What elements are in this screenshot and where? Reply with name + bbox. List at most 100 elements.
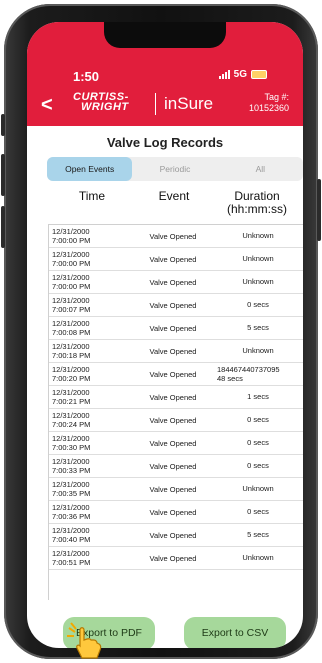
row-timestamp: 12/31/2000 7:00:00 PM xyxy=(52,250,91,268)
row-duration: Unknown xyxy=(217,231,299,241)
status-indicators: 5G xyxy=(218,69,267,80)
row-event: Valve Opened xyxy=(149,485,197,494)
row-duration: Unknown xyxy=(217,277,299,287)
table-row: 12/31/2000 7:00:24 PM Valve Opened 0 secs xyxy=(49,409,303,432)
row-event: Valve Opened xyxy=(149,531,197,540)
row-event: Valve Opened xyxy=(149,370,197,379)
row-event: Valve Opened xyxy=(149,324,197,333)
app-screen: 1:50 5G < CURTISS- WRIGHT inSure Tag #: … xyxy=(27,22,303,648)
row-duration-value: 0 secs xyxy=(247,438,269,447)
table-row: 12/31/2000 7:00:08 PM Valve Opened 5 secs xyxy=(49,317,303,340)
row-time: 7:00:00 PM xyxy=(52,281,91,291)
product-name: inSure xyxy=(164,94,214,113)
battery-icon xyxy=(251,70,267,79)
row-duration-value: 5 secs xyxy=(247,530,269,539)
row-time: 7:00:18 PM xyxy=(52,350,91,360)
power-button xyxy=(317,179,321,241)
curtiss-wright-logo: CURTISS- WRIGHT xyxy=(73,92,129,113)
status-time: 1:50 xyxy=(73,69,100,84)
phone-frame: 1:50 5G < CURTISS- WRIGHT inSure Tag #: … xyxy=(1,4,321,659)
table-row: 12/31/2000 7:00:20 PM Valve Opened 18446744… xyxy=(49,363,303,386)
row-duration-value: Unknown xyxy=(242,553,274,562)
column-header-time: Time xyxy=(78,189,106,203)
table-row: 12/31/2000 7:00:40 PM Valve Opened 5 secs xyxy=(49,524,303,547)
row-duration-value: 1 secs xyxy=(247,392,269,401)
row-duration: Unknown xyxy=(217,553,299,563)
row-time: 7:00:51 PM xyxy=(52,557,91,567)
tag-value: 10152360 xyxy=(248,103,289,113)
tab-periodic[interactable]: Periodic xyxy=(132,157,217,181)
back-button[interactable]: < xyxy=(41,94,53,117)
row-time: 7:00:35 PM xyxy=(52,488,91,498)
row-timestamp: 12/31/2000 7:00:00 PM xyxy=(52,227,90,245)
row-time: 7:00:36 PM xyxy=(52,511,91,521)
row-duration-value: Unknown xyxy=(242,254,274,263)
table-row: 12/31/2000 7:00:30 PM Valve Opened 0 secs xyxy=(49,432,303,455)
row-event: Valve Opened xyxy=(149,255,197,264)
tab-open-events[interactable]: Open Events xyxy=(47,157,133,181)
table-row: 12/31/2000 7:00:51 PM Valve Opened Unknown xyxy=(49,547,303,570)
signal-icon xyxy=(218,70,230,79)
silent-switch xyxy=(1,114,5,136)
row-timestamp: 12/31/2000 7:00:33 PM xyxy=(52,457,91,475)
row-time: 7:00:00 PM xyxy=(52,258,91,268)
row-duration-value: 5 secs xyxy=(247,323,269,332)
row-timestamp: 12/31/2000 7:00:40 PM xyxy=(52,526,91,544)
row-duration: 0 secs xyxy=(217,415,299,425)
row-time: 7:00:20 PM xyxy=(52,373,91,383)
row-duration-value: Unknown xyxy=(242,346,274,355)
row-duration: Unknown xyxy=(217,484,299,494)
page-title: Valve Log Records xyxy=(106,135,224,150)
column-header-event: Event xyxy=(158,189,190,203)
row-timestamp: 12/31/2000 7:00:51 PM xyxy=(52,549,91,567)
column-header-duration: Duration (hh:mm:ss) xyxy=(215,190,299,216)
row-duration-value: Unknown xyxy=(242,231,274,240)
tab-bar: Open Events Periodic All xyxy=(47,157,303,181)
logo-line-2: WRIGHT xyxy=(81,101,129,113)
row-timestamp: 12/31/2000 7:00:30 PM xyxy=(52,434,91,452)
row-timestamp: 12/31/2000 7:00:20 PM xyxy=(52,365,91,383)
row-timestamp: 12/31/2000 7:00:08 PM xyxy=(52,319,91,337)
row-event: Valve Opened xyxy=(149,393,197,402)
row-duration: Unknown xyxy=(217,346,299,356)
row-duration-value: Unknown xyxy=(242,277,274,286)
volume-up-button xyxy=(1,154,5,196)
row-time: 7:00:40 PM xyxy=(52,534,91,544)
phone-notch xyxy=(104,22,226,48)
table-row: 12/31/2000 7:00:35 PM Valve Opened Unknown xyxy=(49,478,303,501)
table-row: 12/31/2000 7:00:18 PM Valve Opened Unknown xyxy=(49,340,303,363)
row-time: 7:00:33 PM xyxy=(52,465,91,475)
valve-log-table[interactable]: 12/31/2000 7:00:00 PM Valve Opened Unknown 1… xyxy=(48,224,303,600)
row-timestamp: 12/31/2000 7:00:36 PM xyxy=(52,503,91,521)
row-duration: 0 secs xyxy=(217,507,299,517)
row-event: Valve Opened xyxy=(149,301,197,310)
row-time: 7:00:30 PM xyxy=(52,442,91,452)
row-duration: 0 secs xyxy=(217,438,299,448)
row-time: 7:00:21 PM xyxy=(52,396,91,406)
row-duration-value: Unknown xyxy=(242,484,274,493)
row-timestamp: 12/31/2000 7:00:00 PM xyxy=(52,273,91,291)
row-timestamp: 12/31/2000 7:00:21 PM xyxy=(52,388,91,406)
row-timestamp: 12/31/2000 7:00:18 PM xyxy=(52,342,91,360)
row-timestamp: 12/31/2000 7:00:35 PM xyxy=(52,480,91,498)
volume-down-button xyxy=(1,206,5,248)
row-duration: 1 secs xyxy=(217,392,299,402)
table-row: 12/31/2000 7:00:21 PM Valve Opened 1 secs xyxy=(49,386,303,409)
row-duration: 184467440737095 48 secs xyxy=(217,365,299,383)
table-row: 12/31/2000 7:00:07 PM Valve Opened 0 secs xyxy=(49,294,303,317)
export-csv-button[interactable]: Export to CSV xyxy=(184,617,286,648)
row-time: 7:00:24 PM xyxy=(52,419,91,429)
row-duration: Unknown xyxy=(217,254,299,264)
row-time: 7:00:07 PM xyxy=(52,304,91,314)
pointing-hand-icon xyxy=(67,622,102,659)
row-event: Valve Opened xyxy=(149,554,197,563)
tab-all[interactable]: All xyxy=(218,157,303,181)
row-duration: 5 secs xyxy=(217,530,299,540)
row-duration-value: 0 secs xyxy=(247,415,269,424)
table-row: 12/31/2000 7:00:36 PM Valve Opened 0 secs xyxy=(49,501,303,524)
tag-label: Tag #: xyxy=(264,92,289,102)
row-timestamp: 12/31/2000 7:00:07 PM xyxy=(52,296,91,314)
row-duration: 0 secs xyxy=(217,461,299,471)
row-time: 7:00:08 PM xyxy=(52,327,91,337)
row-event: Valve Opened xyxy=(149,278,197,287)
